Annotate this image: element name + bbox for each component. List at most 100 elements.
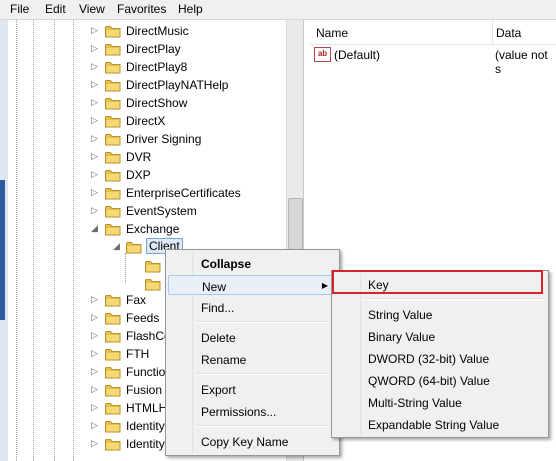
menu-favorites[interactable]: Favorites <box>117 2 166 16</box>
expand-arrow-icon[interactable]: ▷ <box>91 169 98 180</box>
expand-arrow-icon[interactable]: ▷ <box>91 366 98 377</box>
expand-arrow-icon[interactable]: ▷ <box>91 25 98 36</box>
folder-icon <box>105 61 121 74</box>
folder-icon <box>105 366 121 379</box>
tree-node-label: Feeds <box>126 311 160 325</box>
tree-node-label: Exchange <box>126 222 180 236</box>
tree-node[interactable]: ▷ DXP <box>8 167 288 185</box>
expand-arrow-icon[interactable]: ▷ <box>91 115 98 126</box>
tree-node-label: Driver Signing <box>126 132 202 146</box>
expand-arrow-icon[interactable]: ▷ <box>91 43 98 54</box>
folder-icon <box>105 205 121 218</box>
folder-icon <box>105 223 121 236</box>
folder-icon <box>105 294 121 307</box>
expand-arrow-icon[interactable]: ▷ <box>91 402 98 413</box>
folder-icon <box>105 133 121 146</box>
column-header-data[interactable]: Data <box>493 20 556 45</box>
folder-icon <box>145 260 161 273</box>
tree-node[interactable]: ▷ EventSystem <box>8 203 288 221</box>
menu-item-qword-value[interactable]: QWORD (64-bit) Value <box>334 370 546 390</box>
menu-help[interactable]: Help <box>178 2 203 16</box>
value-name: (Default) <box>334 48 381 62</box>
tree-node-label: Fax <box>126 293 147 307</box>
expand-arrow-icon[interactable]: ▷ <box>91 133 98 144</box>
menu-item-binary-value[interactable]: Binary Value <box>334 326 546 346</box>
menu-item-rename[interactable]: Rename <box>168 349 337 369</box>
window-frame <box>0 20 8 461</box>
folder-icon <box>105 79 121 92</box>
folder-icon <box>105 438 121 451</box>
menu-edit[interactable]: Edit <box>45 2 66 16</box>
expand-arrow-icon[interactable]: ▷ <box>91 61 98 72</box>
folder-icon <box>105 115 121 128</box>
folder-icon <box>105 169 121 182</box>
tree-node-label: DirectPlayNATHelp <box>126 78 229 92</box>
expand-arrow-icon[interactable]: ▷ <box>91 97 98 108</box>
menu-item-dword-value[interactable]: DWORD (32-bit) Value <box>334 348 546 368</box>
folder-icon <box>105 402 121 415</box>
tree-node-label: HTMLH <box>126 401 168 415</box>
tree-node[interactable]: ◢ Exchange <box>8 221 288 239</box>
expand-arrow-icon[interactable]: ◢ <box>91 223 98 234</box>
menu-separator <box>196 321 335 323</box>
tree-node-label: EnterpriseCertificates <box>126 186 241 200</box>
tree-node-label: Identity <box>126 437 165 451</box>
menu-file[interactable]: File <box>10 2 29 16</box>
menu-item-copy-key-name[interactable]: Copy Key Name <box>168 431 337 451</box>
tree-node[interactable]: ▷ DirectPlayNATHelp <box>8 77 288 95</box>
tree-node-child[interactable] <box>8 276 168 294</box>
submenu-arrow-icon: ▶ <box>321 281 328 290</box>
value-data: (value not s <box>495 48 548 76</box>
tree-node[interactable]: ▷ DirectMusic <box>8 23 288 41</box>
tree-node[interactable]: ▷ DirectPlay8 <box>8 59 288 77</box>
tree-node[interactable]: ▷ EnterpriseCertificates <box>8 185 288 203</box>
tree-node-label: FlashCo <box>126 329 171 343</box>
tree-node-label: Functio <box>126 365 166 379</box>
expand-arrow-icon[interactable]: ▷ <box>91 294 98 305</box>
tree-node[interactable]: ▷ DirectX <box>8 113 288 131</box>
expand-arrow-icon[interactable]: ▷ <box>91 438 98 449</box>
menu-item-delete[interactable]: Delete <box>168 327 337 347</box>
expand-arrow-icon[interactable]: ▷ <box>91 312 98 323</box>
menu-separator <box>196 425 335 427</box>
expand-arrow-icon[interactable]: ◢ <box>113 241 120 252</box>
folder-icon <box>105 312 121 325</box>
folder-icon <box>105 43 121 56</box>
new-submenu: Key String Value Binary Value DWORD (32-… <box>331 270 549 438</box>
folder-icon <box>105 384 121 397</box>
tree-node[interactable]: ▷ DirectShow <box>8 95 288 113</box>
expand-arrow-icon[interactable]: ▷ <box>91 384 98 395</box>
menu-item-multi-string-value[interactable]: Multi-String Value <box>334 392 546 412</box>
folder-icon <box>105 420 121 433</box>
value-row[interactable]: ab (Default) (value not s <box>310 46 556 76</box>
expand-arrow-icon[interactable]: ▷ <box>91 348 98 359</box>
expand-arrow-icon[interactable]: ▷ <box>91 420 98 431</box>
expand-arrow-icon[interactable]: ▷ <box>91 205 98 216</box>
folder-icon <box>105 348 121 361</box>
tree-node[interactable]: ▷ Driver Signing <box>8 131 288 149</box>
menu-bar: File Edit View Favorites Help <box>0 0 556 20</box>
menu-item-export[interactable]: Export <box>168 379 337 399</box>
tree-node[interactable]: ▷ DirectPlay <box>8 41 288 59</box>
tree-node-child[interactable] <box>8 258 168 276</box>
tree-node-label: FTH <box>126 347 150 361</box>
menu-item-find[interactable]: Find... <box>168 297 337 317</box>
tree-node-label: DirectMusic <box>126 24 189 38</box>
expand-arrow-icon[interactable]: ▷ <box>91 151 98 162</box>
menu-separator <box>196 373 335 375</box>
menu-item-new[interactable]: New ▶ <box>168 275 337 295</box>
tree-node-label: DVR <box>126 150 152 164</box>
menu-item-permissions[interactable]: Permissions... <box>168 401 337 421</box>
column-header-name[interactable]: Name <box>310 20 493 45</box>
expand-arrow-icon[interactable]: ▷ <box>91 79 98 90</box>
menu-item-collapse[interactable]: Collapse <box>168 253 337 273</box>
folder-icon <box>105 25 121 38</box>
expand-arrow-icon[interactable]: ▷ <box>91 330 98 341</box>
menu-item-string-value[interactable]: String Value <box>334 304 546 324</box>
expand-arrow-icon[interactable]: ▷ <box>91 187 98 198</box>
tree-node[interactable]: ▷ DVR <box>8 149 288 167</box>
menu-view[interactable]: View <box>79 2 105 16</box>
menu-item-expandable-string-value[interactable]: Expandable String Value <box>334 414 546 434</box>
tree-node-label: Identity <box>126 419 165 433</box>
tree-node-label: DirectPlay <box>126 42 181 56</box>
